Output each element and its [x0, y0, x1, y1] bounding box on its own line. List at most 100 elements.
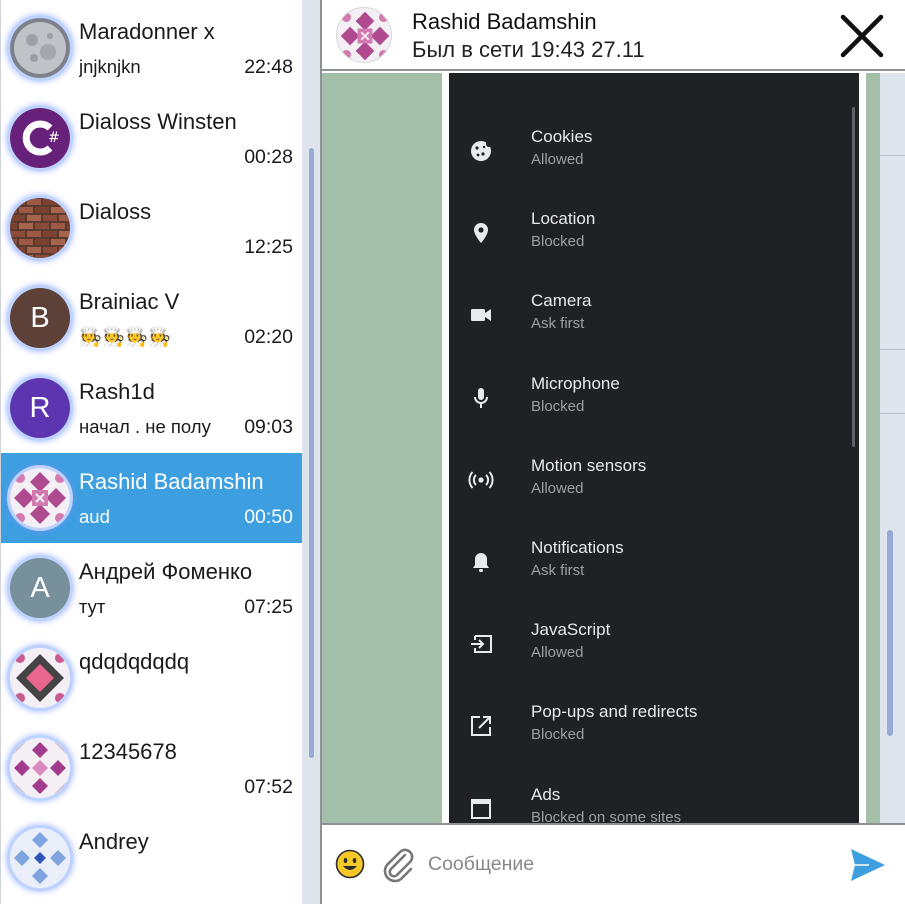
image-message[interactable]: Cookies Allowed Location Blocked Camera Ask f…	[442, 73, 866, 823]
setting-row: Pop-ups and redirects Blocked	[449, 695, 849, 777]
chat-list-scrollbar[interactable]	[302, 0, 320, 904]
javascript-icon	[467, 630, 495, 658]
attach-button[interactable]	[380, 845, 416, 883]
setting-row: JavaScript Allowed	[449, 613, 849, 695]
chat-last-message: 🧑‍🍳🧑‍🍳🧑‍🍳🧑‍🍳	[79, 326, 172, 347]
chat-last-message: aud	[79, 506, 110, 527]
setting-title: Camera	[531, 291, 592, 311]
chat-last-message: jnjknjkn	[79, 56, 141, 77]
location-pin-icon	[467, 219, 495, 247]
letter-avatar: A	[10, 558, 70, 618]
identicon-avatar	[10, 468, 70, 528]
brick-wall-photo-avatar	[10, 198, 70, 258]
message-composer	[322, 823, 905, 904]
chat-last-message: тут	[79, 596, 106, 617]
setting-row: Microphone Blocked	[449, 367, 849, 449]
divider	[880, 413, 905, 414]
emoji-button[interactable]	[335, 849, 365, 879]
chat-name: Dialoss Winsten	[79, 109, 237, 134]
chat-time: 09:03	[244, 416, 293, 438]
chat-list: Maradonner x jnjknjkn 22:48 # Dialoss Winste…	[0, 0, 320, 904]
svg-text:#: #	[48, 130, 60, 146]
identicon-avatar	[337, 8, 391, 62]
chat-item[interactable]: A Андрей Фоменко тут 07:25	[1, 543, 302, 633]
identicon-avatar	[10, 828, 70, 888]
ads-icon	[467, 795, 495, 823]
chat-item[interactable]: Rashid Badamshin aud 00:50	[1, 453, 302, 543]
chat-name: Dialoss	[79, 199, 152, 224]
avatar-letter: A	[30, 571, 50, 604]
motion-sensors-icon	[467, 466, 495, 494]
chat-list-scrollbar-thumb[interactable]	[309, 148, 314, 758]
moon-photo-avatar	[10, 18, 70, 78]
avatar-letter: R	[29, 391, 51, 424]
send-icon	[851, 849, 885, 881]
message-scrollbar[interactable]	[880, 73, 905, 823]
chat-name: Rashid Badamshin	[79, 469, 264, 494]
chat-time: 22:48	[244, 56, 293, 78]
contact-avatar[interactable]	[336, 7, 392, 63]
setting-status: Blocked	[531, 397, 585, 415]
contact-last-seen: Был в сети 19:43 27.11	[412, 37, 645, 62]
paperclip-icon	[383, 848, 414, 883]
chat-item[interactable]: R Rash1d начал . не полу 09:03	[1, 363, 302, 453]
chat-item[interactable]: Maradonner x jnjknjkn 22:48	[1, 3, 302, 93]
chat-item[interactable]: 12345678 07:52	[1, 723, 302, 813]
setting-row: Motion sensors Allowed	[449, 449, 849, 531]
setting-title: Pop-ups and redirects	[531, 702, 698, 722]
setting-status: Blocked	[531, 233, 585, 251]
setting-row: Notifications Ask first	[449, 531, 849, 613]
setting-row: Camera Ask first	[449, 284, 849, 366]
avatar-letter: B	[30, 301, 50, 334]
chat-header: Rashid Badamshin Был в сети 19:43 27.11	[322, 0, 905, 71]
chat-item[interactable]: Dialoss 12:25	[1, 183, 302, 273]
divider	[880, 349, 905, 350]
message-input[interactable]	[428, 847, 828, 881]
setting-status: Allowed	[531, 479, 584, 497]
chat-name: Brainiac V	[79, 289, 180, 314]
screenshot-scrollbar	[852, 107, 855, 447]
close-chat-button[interactable]	[837, 11, 887, 61]
chat-time: 00:50	[244, 506, 293, 528]
letter-avatar: R	[10, 378, 70, 438]
camera-icon	[467, 301, 495, 329]
send-button[interactable]	[849, 847, 887, 883]
message-area[interactable]: Cookies Allowed Location Blocked Camera Ask f…	[322, 73, 880, 823]
setting-title: Location	[531, 209, 596, 229]
setting-status: Ask first	[531, 562, 585, 579]
chat-time: 07:25	[244, 596, 293, 618]
chat-name: Maradonner x	[79, 19, 215, 44]
divider	[880, 155, 905, 156]
chat-time: 00:28	[244, 146, 293, 168]
setting-row: Cookies Allowed	[449, 120, 849, 202]
close-icon	[840, 14, 884, 58]
setting-title: Microphone	[531, 373, 620, 393]
contact-name[interactable]: Rashid Badamshin	[412, 9, 597, 35]
setting-title: Motion sensors	[531, 455, 647, 475]
chat-item[interactable]: B Brainiac V 🧑‍🍳🧑‍🍳🧑‍🍳🧑‍🍳 02:20	[1, 273, 302, 363]
chat-time: 12:25	[244, 236, 293, 258]
popup-icon	[467, 712, 495, 740]
chat-last-message: начал . не полу	[79, 416, 211, 437]
chat-time: 02:20	[244, 326, 293, 348]
chat-name: Андрей Фоменко	[79, 559, 253, 584]
chat-item[interactable]: qdqdqdqdq	[1, 633, 302, 723]
microphone-icon	[467, 384, 495, 412]
setting-row: Location Blocked	[449, 202, 849, 284]
setting-status: Blocked	[531, 726, 585, 744]
identicon-avatar	[10, 648, 70, 708]
chat-item[interactable]: Andrey	[1, 813, 302, 903]
setting-title: Ads	[531, 784, 561, 804]
setting-status: Blocked on some sites	[531, 808, 682, 823]
chat-name: 12345678	[79, 739, 177, 764]
chat-name: qdqdqdqdq	[79, 649, 190, 674]
setting-title: Notifications	[531, 538, 624, 557]
message-scrollbar-thumb[interactable]	[887, 530, 893, 736]
bell-icon	[467, 548, 495, 576]
csharp-logo-avatar: #	[10, 108, 70, 168]
setting-status: Allowed	[531, 644, 584, 662]
chat-item[interactable]: # Dialoss Winsten 00:28	[1, 93, 302, 183]
chat-name: Andrey	[79, 829, 149, 854]
setting-row: Ads Blocked on some sites	[449, 778, 849, 823]
setting-status: Allowed	[531, 151, 584, 168]
